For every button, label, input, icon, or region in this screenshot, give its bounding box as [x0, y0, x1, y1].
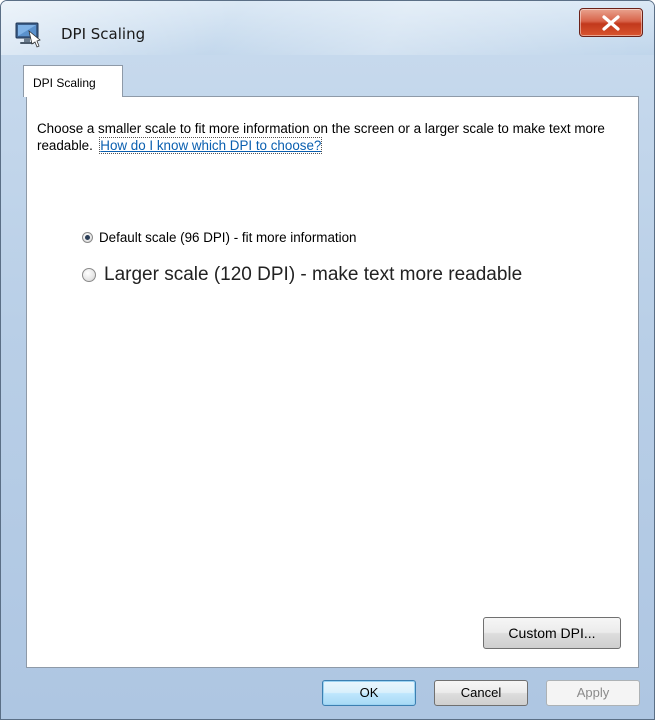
window-title: DPI Scaling — [61, 25, 146, 43]
tab-control: DPI Scaling Choose a smaller scale to fi… — [18, 65, 639, 668]
tab-dpi-scaling[interactable]: DPI Scaling — [23, 65, 123, 97]
radio-button-checked[interactable] — [82, 232, 93, 243]
radio-default-label: Default scale (96 DPI) - fit more inform… — [99, 230, 357, 245]
description-text: Choose a smaller scale to fit more infor… — [37, 120, 637, 154]
dialog-window: DPI Scaling DPI Scaling Choose a smaller… — [0, 0, 655, 720]
cancel-button[interactable]: Cancel — [434, 680, 528, 706]
radio-button-unchecked[interactable] — [82, 268, 96, 282]
close-button[interactable] — [579, 8, 643, 37]
custom-dpi-button[interactable]: Custom DPI... — [483, 617, 621, 649]
radio-larger-scale[interactable]: Larger scale (120 DPI) - make text more … — [82, 264, 522, 286]
display-settings-icon — [13, 19, 43, 49]
radio-default-scale[interactable]: Default scale (96 DPI) - fit more inform… — [82, 230, 357, 245]
ok-button[interactable]: OK — [322, 680, 416, 706]
radio-larger-label: Larger scale (120 DPI) - make text more … — [104, 264, 523, 285]
tab-panel: Choose a smaller scale to fit more infor… — [26, 96, 639, 668]
title-bar[interactable]: DPI Scaling — [1, 1, 654, 55]
tab-label: DPI Scaling — [33, 76, 96, 90]
help-link[interactable]: How do I know which DPI to choose? — [99, 137, 323, 154]
apply-button[interactable]: Apply — [546, 680, 640, 706]
